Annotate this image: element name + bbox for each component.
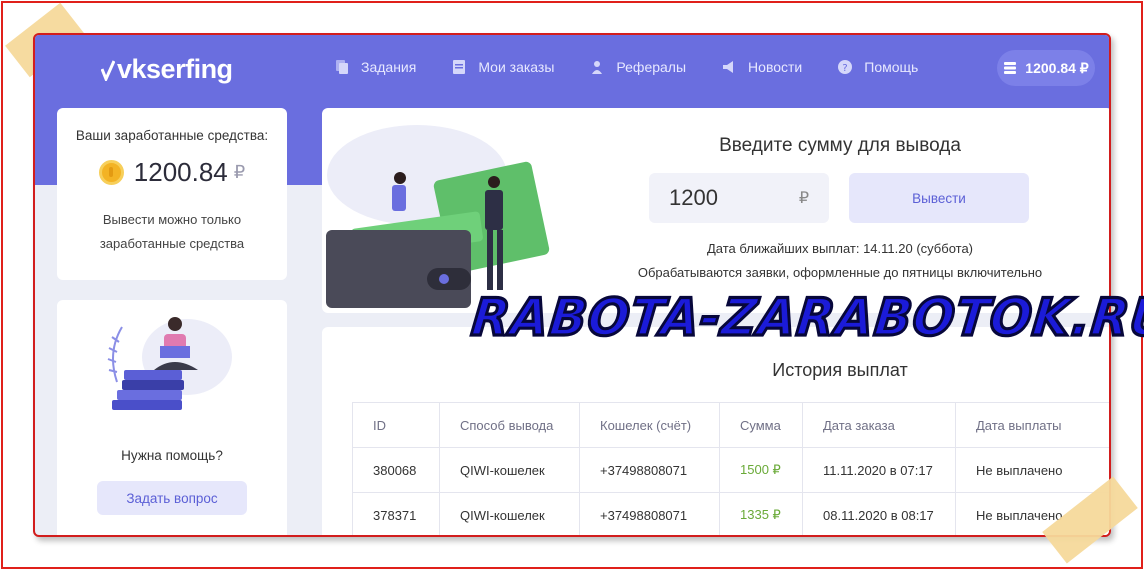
logo[interactable]: vkserfing <box>101 54 233 85</box>
column-header: Способ вывода <box>439 402 580 448</box>
nav-label: Мои заказы <box>478 59 555 75</box>
withdraw-button[interactable]: Вывести <box>849 173 1029 223</box>
megaphone-icon <box>723 61 734 73</box>
earnings-currency: ₽ <box>233 162 246 182</box>
balance-value: 1200.84 ₽ <box>1025 59 1089 76</box>
balance-badge[interactable]: 1200.84 ₽ <box>997 50 1095 86</box>
help-card: Нужна помощь? Задать вопрос <box>57 300 287 535</box>
cell-id: 378371 <box>352 492 440 535</box>
earnings-amount: 1200.84 ₽ <box>57 157 287 188</box>
earnings-value: 1200.84 <box>133 157 228 187</box>
watermark-text: RABOTA-ZARABOTOK.RU <box>467 286 1144 349</box>
nav-item-help[interactable]: ? Помощь <box>838 59 918 75</box>
nav-label: Новости <box>748 59 803 75</box>
cell-order-date: 11.11.2020 в 07:17 <box>802 447 956 493</box>
question-icon: ? <box>838 60 853 74</box>
reading-person-illustration <box>107 317 232 410</box>
document-icon <box>453 60 466 74</box>
column-header: Дата заказа <box>802 402 956 448</box>
coin-icon <box>98 160 124 185</box>
payout-history-table: ID Способ вывода Кошелек (счёт) Сумма Да… <box>352 402 1109 535</box>
withdraw-currency: ₽ <box>798 190 809 207</box>
earnings-title: Ваши заработанные средства: <box>75 128 269 143</box>
history-title: История выплат <box>772 360 908 380</box>
cell-wallet: +37498808071 <box>579 492 720 535</box>
nav-item-tasks[interactable]: Задания <box>335 59 416 75</box>
screenshot-frame: vkserfing Задания Мои заказы Рефералы Но… <box>33 33 1111 537</box>
svg-text:?: ? <box>843 63 848 74</box>
cell-sum: 1335 ₽ <box>719 492 803 535</box>
nav-item-news[interactable]: Новости <box>722 59 802 75</box>
nav-label: Помощь <box>864 59 919 75</box>
cell-method: QIWI-кошелек <box>439 447 580 493</box>
column-header: Кошелек (счёт) <box>579 402 720 448</box>
nav-item-my-orders[interactable]: Мои заказы <box>452 59 554 75</box>
cell-wallet: +37498808071 <box>579 447 720 493</box>
copy-icon <box>336 60 348 74</box>
earnings-note-line2: заработанные средства <box>99 236 245 251</box>
earnings-note-line1: Вывести можно только <box>102 212 242 227</box>
table-row: 378371 QIWI-кошелек +37498808071 1335 ₽ … <box>352 492 1109 535</box>
column-header: ID <box>352 402 440 448</box>
coins-stack-icon <box>1004 62 1017 74</box>
wallet-money-illustration <box>326 125 550 308</box>
payout-history-card: История выплат ID Способ вывода Кошелек … <box>322 327 1109 535</box>
cell-method: QIWI-кошелек <box>439 492 580 535</box>
withdraw-amount-input[interactable]: 1200 ₽ <box>649 173 829 223</box>
cell-payout-date: Не выплачено <box>955 447 1109 493</box>
help-text: Нужна помощь? <box>121 448 223 463</box>
nav-label: Задания <box>361 59 417 75</box>
earnings-card: Ваши заработанные средства: 1200.84 ₽ Вы… <box>57 108 287 280</box>
logo-mark-icon <box>101 59 115 81</box>
withdraw-amount-value: 1200 <box>669 185 718 210</box>
user-icon <box>592 61 603 74</box>
cell-sum: 1500 ₽ <box>719 447 803 493</box>
cell-id: 380068 <box>352 447 440 493</box>
table-header-row: ID Способ вывода Кошелек (счёт) Сумма Да… <box>352 402 1109 448</box>
column-header: Сумма <box>719 402 803 448</box>
ask-question-button[interactable]: Задать вопрос <box>97 481 247 515</box>
nav-item-referrals[interactable]: Рефералы <box>590 59 686 75</box>
withdraw-title: Введите сумму для вывода <box>719 135 961 156</box>
earnings-note: Вывести можно только заработанные средст… <box>57 208 287 256</box>
logo-text: vkserfing <box>117 54 233 84</box>
nav-label: Рефералы <box>616 59 687 75</box>
payout-note: Обрабатываются заявки, оформленные до пя… <box>637 265 1043 280</box>
withdraw-card: Введите сумму для вывода 1200 ₽ Вывести … <box>322 108 1109 313</box>
column-header: Дата выплаты <box>955 402 1109 448</box>
cell-order-date: 08.11.2020 в 08:17 <box>802 492 956 535</box>
next-payout-date: Дата ближайших выплат: 14.11.20 (суббота… <box>706 241 974 256</box>
table-row: 380068 QIWI-кошелек +37498808071 1500 ₽ … <box>352 447 1109 493</box>
main-nav: Задания Мои заказы Рефералы Новости ? По… <box>335 59 954 75</box>
